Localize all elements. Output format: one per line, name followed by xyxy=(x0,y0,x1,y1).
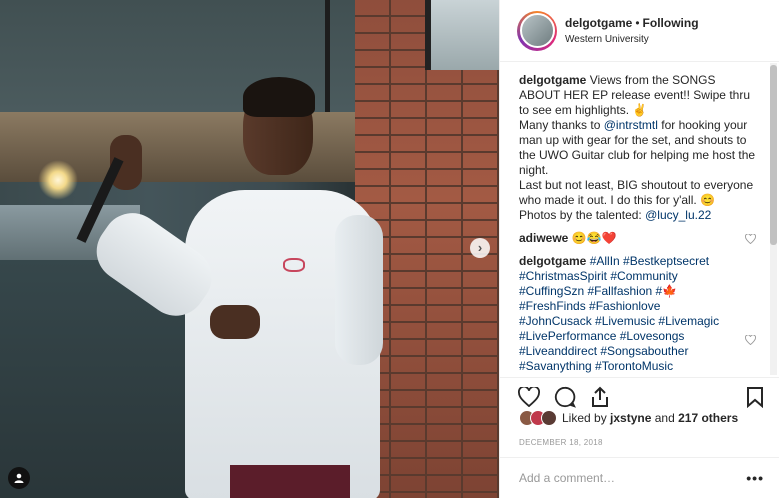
likes-text: Liked by jxstyne and 217 others xyxy=(562,411,738,425)
header-username[interactable]: delgotgame xyxy=(565,16,632,30)
post-date: DECEMBER 18, 2018 xyxy=(519,438,603,447)
caption: delgotgame Views from the SONGS ABOUT HE… xyxy=(519,73,758,223)
comment-item: adiwewe 😊😂❤️ xyxy=(519,231,758,246)
heart-icon[interactable] xyxy=(518,386,540,407)
like-comment-heart-icon[interactable] xyxy=(745,334,756,349)
photo-sign xyxy=(425,0,499,70)
performer-right-hand xyxy=(210,305,260,339)
liker-username[interactable]: jxstyne xyxy=(610,411,651,425)
likes-joiner: and xyxy=(651,411,679,425)
performer-right-sleeve xyxy=(335,215,383,365)
mention-link[interactable]: @intrstmtl xyxy=(604,118,658,132)
ellipsis-icon[interactable]: ••• xyxy=(746,470,764,486)
add-comment-bar: Add a comment… ••• xyxy=(500,457,779,498)
likes-count[interactable]: 217 others xyxy=(678,411,738,425)
comment-icon[interactable] xyxy=(554,386,576,408)
caption-username[interactable]: delgotgame xyxy=(519,73,586,87)
performer-pants xyxy=(230,465,350,498)
location-link[interactable]: Western University xyxy=(565,34,699,45)
comment-username[interactable]: adiwewe xyxy=(519,231,568,245)
comment-text: 😊😂❤️ xyxy=(571,231,617,245)
following-button[interactable]: Following xyxy=(643,16,699,30)
chevron-right-icon[interactable]: › xyxy=(470,238,490,258)
header-separator: • xyxy=(635,16,640,30)
caption-text-2: Many thanks to xyxy=(519,118,604,132)
add-comment-input[interactable]: Add a comment… xyxy=(519,471,615,485)
header-text: delgotgame • Following Western University xyxy=(565,16,699,45)
user-tag-icon[interactable] xyxy=(8,467,30,489)
mention-link[interactable]: @lucy_lu.22 xyxy=(645,208,711,222)
avatar[interactable] xyxy=(519,13,555,48)
scrollbar-thumb[interactable] xyxy=(770,65,777,245)
likes-row[interactable]: Liked by jxstyne and 217 others xyxy=(519,410,738,426)
action-bar xyxy=(500,377,779,409)
post-header: delgotgame • Following Western University xyxy=(500,0,779,62)
caption-text-4: Last but not least, BIG shoutout to ever… xyxy=(519,178,754,207)
comment-hashtags[interactable]: #AllIn #Bestkeptsecret #ChristmasSpirit … xyxy=(519,254,719,373)
likes-prefix: Liked by xyxy=(562,411,611,425)
post-side-panel: delgotgame • Following Western University … xyxy=(499,0,779,498)
like-comment-heart-icon[interactable] xyxy=(745,233,756,248)
comments-list[interactable]: delgotgame Views from the SONGS ABOUT HE… xyxy=(500,63,770,375)
comment-item: delgotgame #AllIn #Bestkeptsecret #Chris… xyxy=(519,254,758,374)
post-photo[interactable]: › xyxy=(0,0,499,498)
bookmark-icon[interactable] xyxy=(746,386,764,408)
comment-username[interactable]: delgotgame xyxy=(519,254,586,268)
comments-scrollbar[interactable] xyxy=(770,63,777,375)
liker-avatar xyxy=(541,410,557,426)
share-icon[interactable] xyxy=(590,386,610,408)
shirt-logo xyxy=(283,258,305,272)
caption-text-5: Photos by the talented: xyxy=(519,208,646,222)
header-line: delgotgame • Following xyxy=(565,16,699,30)
performer-hair xyxy=(243,77,315,117)
photo-performer xyxy=(76,75,395,498)
story-ring[interactable] xyxy=(517,10,557,51)
photo-lamp xyxy=(38,160,78,200)
